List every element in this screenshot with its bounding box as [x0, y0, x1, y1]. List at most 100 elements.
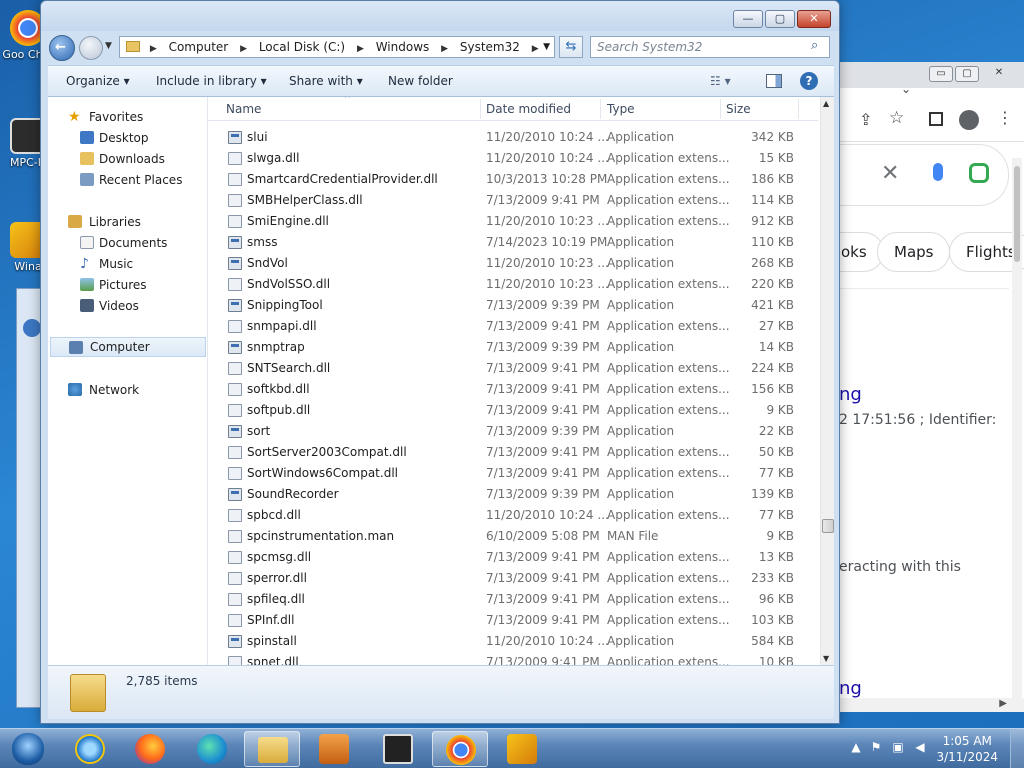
chrome-vertical-scrollbar[interactable] [1012, 158, 1022, 698]
help-icon[interactable]: ? [800, 72, 818, 90]
explorer-titlebar[interactable]: — ▢ ✕ [41, 1, 839, 31]
breadcrumb-separator[interactable]: ▶ [532, 44, 539, 54]
breadcrumb-system32[interactable]: System32 [460, 40, 520, 54]
table-row[interactable]: spbcd.dll 11/20/2010 10:24 ... Application… [208, 505, 818, 526]
column-type[interactable]: Type [607, 102, 635, 116]
back-button[interactable]: ← [49, 35, 75, 61]
minimize-button[interactable]: ▭ [929, 66, 953, 82]
close-button[interactable]: ✕ [797, 10, 831, 28]
breadcrumb-separator[interactable]: ▶ [240, 44, 247, 54]
result-title[interactable]: ng [839, 384, 862, 405]
bookmark-star-icon[interactable]: ☆ [889, 108, 904, 128]
table-row[interactable]: snmptrap 7/13/2009 9:39 PM Application 14 K… [208, 337, 818, 358]
table-row[interactable]: SndVolSSO.dll 11/20/2010 10:23 ... Applica… [208, 274, 818, 295]
column-separator[interactable] [480, 99, 481, 119]
system-clock[interactable]: 1:05 AM 3/11/2024 [936, 733, 998, 765]
chrome-horizontal-scrollbar[interactable]: ▶ [839, 698, 1024, 712]
vertical-scrollbar[interactable]: ▲ ▼ [820, 97, 834, 665]
profile-avatar[interactable] [959, 110, 979, 130]
side-panel-icon[interactable] [929, 112, 943, 126]
nav-music[interactable]: ♪ Music [48, 254, 208, 274]
table-row[interactable]: spfileq.dll 7/13/2009 9:41 PM Application … [208, 589, 818, 610]
action-center-flag-icon[interactable]: ⚑ [868, 740, 884, 756]
breadcrumb-windows[interactable]: Windows [376, 40, 430, 54]
column-separator[interactable] [600, 99, 601, 119]
nav-libraries[interactable]: Libraries [48, 212, 208, 232]
taskbar-firefox[interactable] [122, 731, 178, 767]
nav-favorites[interactable]: ★ Favorites [48, 107, 208, 127]
table-row[interactable]: sperror.dll 7/13/2009 9:41 PM Application … [208, 568, 818, 589]
show-hidden-icons[interactable]: ▲ [848, 740, 864, 756]
kebab-menu-icon[interactable]: ⋮ [997, 108, 1013, 127]
breadcrumb-computer[interactable]: Computer [169, 40, 229, 54]
minimize-button[interactable]: — [733, 10, 763, 28]
scroll-right-icon[interactable]: ▶ [999, 698, 1007, 709]
tab-maps[interactable]: Maps [877, 232, 951, 272]
scroll-thumb[interactable] [1014, 166, 1020, 262]
search-input[interactable]: Search System32 [590, 36, 830, 58]
table-row[interactable]: SortWindows6Compat.dll 7/13/2009 9:41 PM A… [208, 463, 818, 484]
start-button[interactable] [4, 731, 50, 767]
share-icon[interactable]: ⇪ [859, 110, 872, 129]
breadcrumb-separator[interactable]: ▶ [441, 44, 448, 54]
network-status-icon[interactable]: ▣ [890, 740, 906, 756]
change-view-icon[interactable]: ☷ ▾ [710, 74, 731, 88]
table-row[interactable]: SoundRecorder 7/13/2009 9:39 PM Applicatio… [208, 484, 818, 505]
table-row[interactable]: SPInf.dll 7/13/2009 9:41 PM Application ex… [208, 610, 818, 631]
new-folder-button[interactable]: New folder [388, 74, 453, 88]
refresh-button[interactable]: ⇆ [559, 36, 583, 58]
result-title-2[interactable]: ng [839, 678, 862, 699]
organize-button[interactable]: Organize ▾ [66, 74, 130, 88]
table-row[interactable]: SortServer2003Compat.dll 7/13/2009 9:41 P… [208, 442, 818, 463]
file-list[interactable]: Name ^ Date modified Type Size slui 11/20… [208, 97, 834, 665]
forward-button[interactable] [79, 36, 103, 60]
share-with-button[interactable]: Share with ▾ [289, 74, 363, 88]
taskbar-media-player[interactable] [306, 731, 362, 767]
taskbar-chrome[interactable] [432, 731, 488, 767]
background-window-edge[interactable] [16, 288, 42, 708]
chrome-window[interactable]: ▭ ▢ ✕ ⌄ ⇪ ☆ ⋮ ✕ oks Maps Flights ng 2 17… [825, 62, 1024, 712]
table-row[interactable]: spcmsg.dll 7/13/2009 9:41 PM Application e… [208, 547, 818, 568]
table-row[interactable]: smss 7/14/2023 10:19 PM Application 110 KB [208, 232, 818, 253]
chevron-down-icon[interactable]: ⌄ [901, 82, 911, 96]
table-row[interactable]: sort 7/13/2009 9:39 PM Application 22 KB [208, 421, 818, 442]
taskbar-internet-explorer[interactable] [62, 731, 118, 767]
address-bar[interactable]: ▶ Computer ▶ Local Disk (C:) ▶ Windows ▶… [119, 36, 555, 58]
column-separator[interactable] [798, 99, 799, 119]
maximize-button[interactable]: ▢ [765, 10, 795, 28]
nav-network[interactable]: Network [48, 380, 208, 400]
table-row[interactable]: spcinstrumentation.man 6/10/2009 5:08 PM M… [208, 526, 818, 547]
taskbar-mpc-hc[interactable] [370, 731, 426, 767]
column-size[interactable]: Size [726, 102, 751, 116]
table-row[interactable]: spnet.dll 7/13/2009 9:41 PM Application ex… [208, 652, 818, 665]
table-row[interactable]: slui 11/20/2010 10:24 ... Application 342 K… [208, 127, 818, 148]
close-button[interactable]: ✕ [987, 66, 1011, 82]
table-row[interactable]: snmpapi.dll 7/13/2009 9:41 PM Application … [208, 316, 818, 337]
scroll-thumb[interactable] [822, 519, 834, 533]
table-row[interactable]: SndVol 11/20/2010 10:23 ... Application 268… [208, 253, 818, 274]
table-row[interactable]: spinstall 11/20/2010 10:24 ... Application… [208, 631, 818, 652]
explorer-window[interactable]: — ▢ ✕ ← ▼ ▶ Computer ▶ Local Disk (C:) ▶… [40, 0, 840, 724]
nav-computer[interactable]: Computer [50, 337, 206, 357]
lens-icon[interactable] [969, 163, 989, 183]
table-row[interactable]: SmartcardCredentialProvider.dll 10/3/2013… [208, 169, 818, 190]
nav-downloads[interactable]: Downloads [48, 149, 208, 169]
clear-search-icon[interactable]: ✕ [881, 161, 899, 186]
nav-desktop[interactable]: Desktop [48, 128, 208, 148]
taskbar-winamp[interactable] [494, 731, 550, 767]
breadcrumb-local-disk[interactable]: Local Disk (C:) [259, 40, 345, 54]
nav-documents[interactable]: Documents [48, 233, 208, 253]
table-row[interactable]: slwga.dll 11/20/2010 10:24 ... Application… [208, 148, 818, 169]
include-in-library-button[interactable]: Include in library ▾ [156, 74, 267, 88]
scroll-up-icon[interactable]: ▲ [823, 99, 829, 108]
breadcrumb-separator[interactable]: ▶ [357, 44, 364, 54]
microphone-icon[interactable] [933, 163, 943, 181]
scroll-down-icon[interactable]: ▼ [823, 654, 829, 663]
column-date-modified[interactable]: Date modified [486, 102, 571, 116]
taskbar-windows-explorer[interactable] [244, 731, 300, 767]
preview-pane-icon[interactable] [766, 74, 782, 88]
table-row[interactable]: SmiEngine.dll 11/20/2010 10:23 ... Applica… [208, 211, 818, 232]
column-name[interactable]: Name [226, 102, 261, 116]
table-row[interactable]: SnippingTool 7/13/2009 9:39 PM Application… [208, 295, 818, 316]
nav-videos[interactable]: Videos [48, 296, 208, 316]
